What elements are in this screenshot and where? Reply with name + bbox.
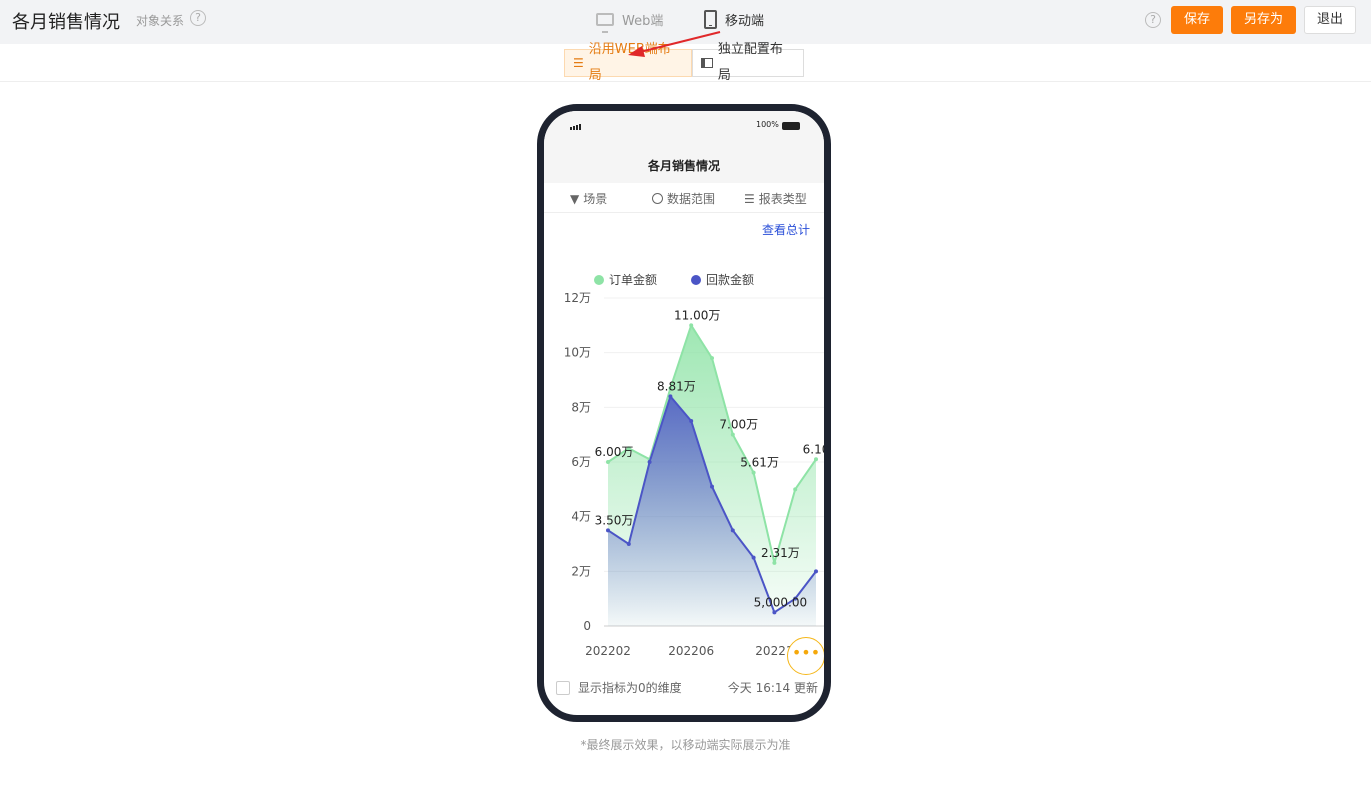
independent-layout-button[interactable]: 独立配置布局 <box>692 42 804 83</box>
status-bar: 100% <box>544 111 824 149</box>
report-type-filter[interactable]: ☰ 报表类型 <box>744 190 807 207</box>
page-title: 各月销售情况 <box>12 12 120 33</box>
y-tick-label: 8万 <box>571 400 591 414</box>
target-icon <box>652 193 663 204</box>
phone-preview: 100% 各月销售情况 ▼ 场景 数据范围 ☰ 报表类型 查看总计 订单金额 回… <box>537 104 831 722</box>
tab-web[interactable]: Web端 <box>596 10 664 33</box>
checkbox-box[interactable] <box>556 680 570 695</box>
update-time: 今天 16:14 更新 <box>727 681 818 695</box>
data-point <box>814 569 818 574</box>
help-icon[interactable]: ? <box>190 10 206 26</box>
area-chart: 0 2万 4万 6万 8万 10万 12万 6.00万 3.50万 8.81万 11.00万 7.00… <box>564 291 824 658</box>
x-tick-label: 202206 <box>668 644 714 658</box>
object-relation-link[interactable]: 对象关系 <box>136 12 184 29</box>
y-tick-label: 10万 <box>564 346 591 360</box>
y-tick-label: 0 <box>583 619 591 633</box>
y-tick-label: 6万 <box>571 455 591 469</box>
inherit-web-layout-button[interactable]: ☰ 沿用WEB端布局 <box>564 42 692 83</box>
monitor-icon <box>596 13 614 33</box>
battery-level: 100% <box>756 120 779 129</box>
data-point <box>689 419 694 423</box>
data-point <box>668 394 673 399</box>
data-point <box>793 487 798 492</box>
data-point <box>772 560 777 565</box>
report-type-filter-label: 报表类型 <box>758 192 807 206</box>
x-tick-label: 202202 <box>585 644 631 658</box>
filter-icon: ▼ <box>570 191 580 206</box>
footnote: *最终展示效果，以移动端实际展示为准 <box>580 738 791 752</box>
layout-toggle-bar: ☰ 沿用WEB端布局 独立配置布局 <box>0 42 1371 83</box>
data-point <box>751 555 756 560</box>
help-icon[interactable]: ? <box>1145 12 1161 28</box>
data-label: 5,000.00 <box>754 595 807 609</box>
tab-web-label: Web端 <box>622 14 664 29</box>
data-range-filter[interactable]: 数据范围 <box>652 190 715 207</box>
data-point <box>606 460 610 464</box>
save-button[interactable]: 保存 <box>1171 6 1223 34</box>
view-total-link[interactable]: 查看总计 <box>762 221 810 238</box>
data-point <box>814 457 818 462</box>
report-title: 各月销售情况 <box>544 149 824 183</box>
data-point <box>626 542 631 546</box>
data-point <box>751 470 756 475</box>
show-zero-label: 显示指标为0的维度 <box>578 681 682 695</box>
independent-layout-label: 独立配置布局 <box>717 42 783 83</box>
data-point <box>689 323 694 328</box>
y-tick-label: 4万 <box>571 510 591 524</box>
data-point <box>730 528 735 533</box>
data-label: 5.61万 <box>740 456 779 470</box>
list-icon: ☰ <box>573 56 584 70</box>
data-point <box>710 356 714 361</box>
data-label: 11.00万 <box>674 308 720 322</box>
exit-button[interactable]: 退出 <box>1304 6 1356 34</box>
data-point <box>647 460 652 464</box>
more-button[interactable]: ••• <box>787 637 824 675</box>
scene-filter[interactable]: ▼ 场景 <box>570 190 607 207</box>
panel-icon <box>701 58 713 68</box>
data-label: 6.10万 <box>803 442 824 456</box>
data-range-filter-label: 数据范围 <box>667 192 716 206</box>
signal-icon <box>570 124 581 130</box>
tab-mobile-label: 移动端 <box>725 14 765 29</box>
y-tick-label: 12万 <box>564 291 591 305</box>
data-label: 2.31万 <box>761 546 800 560</box>
inherit-web-layout-label: 沿用WEB端布局 <box>588 42 671 83</box>
top-bar: 各月销售情况 对象关系 ? Web端 移动端 ? 保存 另存为 退出 <box>0 0 1371 44</box>
data-label: 3.50万 <box>595 513 634 527</box>
data-point <box>730 432 735 437</box>
scene-filter-label: 场景 <box>583 192 608 206</box>
save-as-button[interactable]: 另存为 <box>1231 6 1296 34</box>
data-point <box>772 610 777 615</box>
show-zero-checkbox[interactable]: 显示指标为0的维度 <box>556 679 682 696</box>
battery-icon <box>782 122 800 130</box>
mobile-icon <box>704 10 717 29</box>
tab-mobile[interactable]: 移动端 <box>704 10 764 29</box>
data-point <box>606 528 610 533</box>
y-tick-label: 2万 <box>571 564 591 578</box>
data-label: 8.81万 <box>657 379 696 393</box>
data-label: 7.00万 <box>719 418 758 432</box>
filter-bar: ▼ 场景 数据范围 ☰ 报表类型 <box>544 183 824 213</box>
data-label: 6.00万 <box>595 445 634 459</box>
list-icon: ☰ <box>744 191 755 206</box>
data-point <box>710 484 714 489</box>
